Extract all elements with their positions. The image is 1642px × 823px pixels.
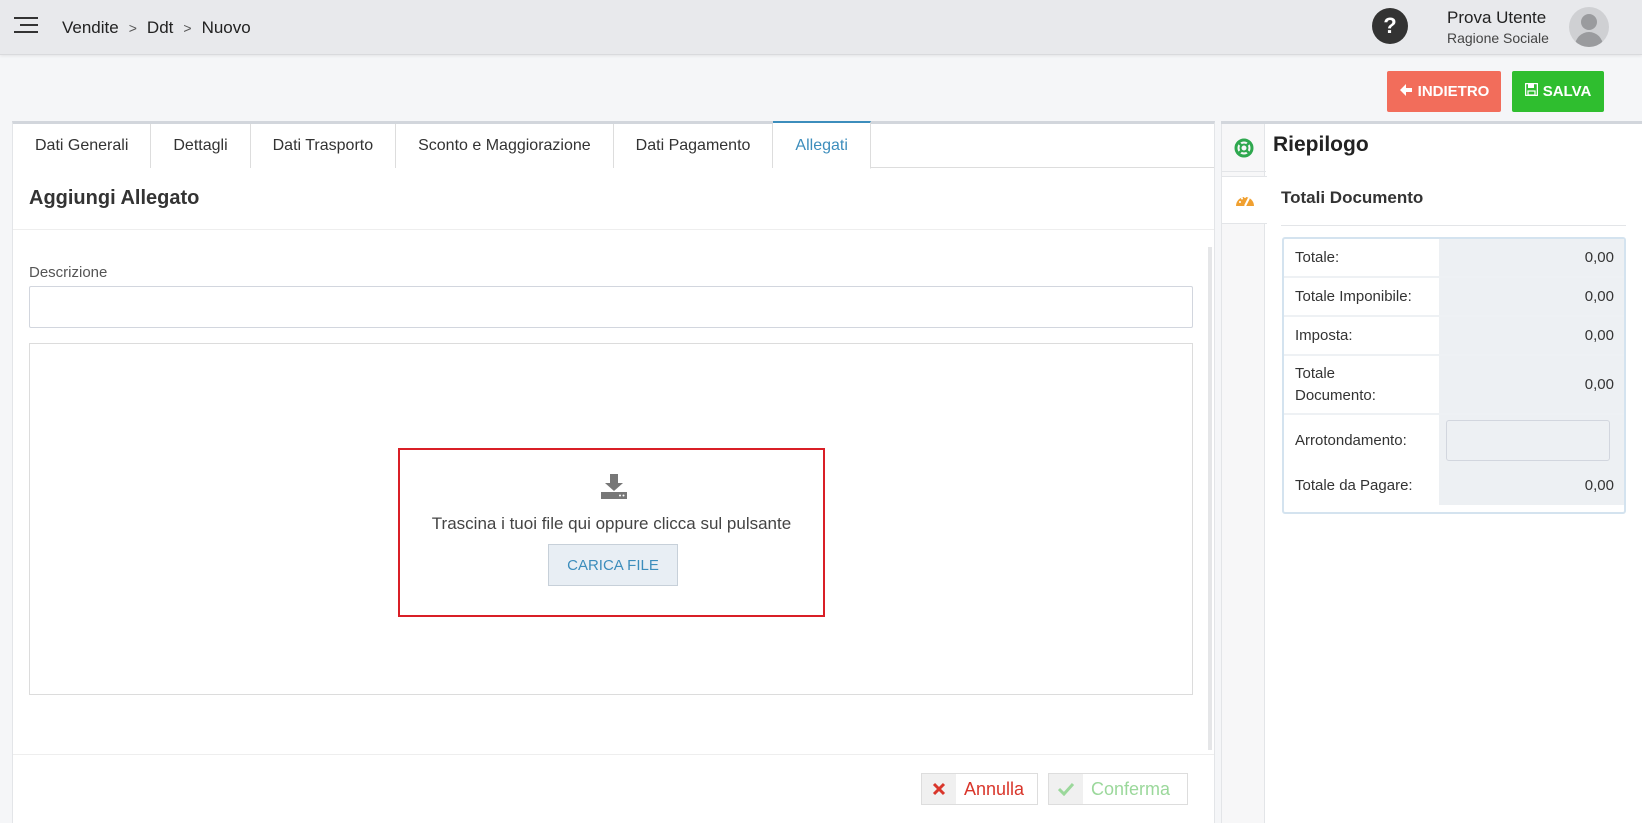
confirm-button[interactable]: Conferma — [1048, 773, 1188, 805]
tab-dettagli[interactable]: Dettagli — [151, 124, 251, 168]
totals-label: Totale: — [1295, 248, 1340, 266]
side-icon-bar — [1221, 124, 1267, 823]
breadcrumb-ddt[interactable]: Ddt — [147, 18, 173, 38]
totals-row-imponibile: Totale Imponibile: 0,00 — [1284, 278, 1624, 317]
summary-title: Riepilogo — [1273, 133, 1369, 156]
totals-row-da-pagare: Totale da Pagare: 0,00 — [1284, 466, 1624, 505]
totals-label: Totale Imponibile: — [1295, 287, 1412, 305]
breadcrumb-nuovo[interactable]: Nuovo — [202, 18, 251, 38]
back-button[interactable]: INDIETRO — [1387, 71, 1501, 112]
tab-dati-generali[interactable]: Dati Generali — [13, 124, 152, 168]
download-icon — [599, 472, 629, 500]
user-name: Prova Utente — [1447, 8, 1547, 27]
close-icon — [922, 774, 956, 804]
check-icon — [1049, 774, 1083, 804]
dropzone-text: Trascina i tuoi file qui oppure clicca s… — [431, 514, 792, 533]
totals-label: Arrotondamento: — [1295, 431, 1407, 449]
totals-value: 0,00 — [1439, 239, 1624, 276]
rounding-cell — [1439, 415, 1624, 466]
main-panel: Dati Generali Dettagli Dati Trasporto Sc… — [12, 121, 1215, 823]
divider — [1281, 225, 1626, 226]
totals-row-arrotondamento: Arrotondamento: — [1284, 415, 1624, 466]
totals-value: 0,00 — [1439, 278, 1624, 315]
totals-table: Totale: 0,00 Totale Imponibile: 0,00 Imp… — [1282, 237, 1626, 514]
tab-bar: Dati Generali Dettagli Dati Trasporto Sc… — [13, 121, 1214, 169]
totals-row-imposta: Imposta: 0,00 — [1284, 317, 1624, 356]
user-company: Ragione Sociale — [1447, 30, 1549, 46]
top-bar: Vendite > Ddt > Nuovo ? Prova Utente Rag… — [0, 0, 1642, 55]
summary-panel: Riepilogo Totali Documento Totale: 0,00 … — [1221, 121, 1642, 823]
breadcrumb-vendite[interactable]: Vendite — [62, 18, 119, 38]
section-title: Aggiungi Allegato — [29, 187, 200, 209]
divider — [13, 754, 1214, 755]
chevron-right-icon: > — [183, 20, 192, 36]
totals-row-totale: Totale: 0,00 — [1284, 239, 1624, 278]
description-label: Descrizione — [29, 264, 108, 281]
avatar[interactable] — [1569, 7, 1609, 47]
totals-title: Totali Documento — [1281, 188, 1424, 207]
lifebuoy-icon[interactable] — [1222, 124, 1266, 172]
totals-row-documento: Totale Documento: 0,00 — [1284, 356, 1624, 415]
cancel-button-label: Annulla — [964, 778, 1025, 799]
chevron-right-icon: > — [128, 20, 137, 36]
tab-allegati[interactable]: Allegati — [773, 121, 871, 169]
hamburger-icon[interactable] — [14, 17, 38, 37]
rounding-input[interactable] — [1446, 420, 1610, 461]
back-button-label: INDIETRO — [1417, 83, 1490, 100]
cancel-button[interactable]: Annulla — [921, 773, 1038, 805]
save-button[interactable]: SALVA — [1512, 71, 1604, 112]
totals-label: Totale da Pagare: — [1295, 476, 1413, 494]
arrow-left-icon — [1399, 83, 1413, 101]
confirm-button-label: Conferma — [1091, 778, 1171, 799]
dropzone-highlight: Trascina i tuoi file qui oppure clicca s… — [398, 448, 825, 617]
totals-label: Imposta: — [1295, 326, 1353, 344]
totals-value: 0,00 — [1439, 356, 1624, 413]
dashboard-icon[interactable] — [1222, 176, 1267, 224]
file-dropzone[interactable]: Trascina i tuoi file qui oppure clicca s… — [29, 343, 1193, 695]
totals-value: 0,00 — [1439, 317, 1624, 354]
totals-label: Totale Documento: — [1295, 364, 1376, 404]
question-icon[interactable]: ? — [1372, 8, 1408, 44]
tab-dati-trasporto[interactable]: Dati Trasporto — [250, 124, 397, 168]
scrollbar[interactable] — [1208, 247, 1212, 750]
upload-file-button[interactable]: CARICA FILE — [548, 544, 678, 586]
breadcrumb: Vendite > Ddt > Nuovo — [62, 18, 251, 38]
save-button-label: SALVA — [1542, 83, 1592, 100]
divider — [13, 229, 1214, 230]
floppy-icon — [1524, 82, 1538, 100]
totals-value: 0,00 — [1439, 466, 1624, 505]
tab-dati-pagamento[interactable]: Dati Pagamento — [613, 124, 774, 168]
tab-sconto-maggiorazione[interactable]: Sconto e Maggiorazione — [396, 124, 614, 168]
user-info[interactable]: Prova Utente Ragione Sociale — [1447, 8, 1549, 46]
description-input[interactable] — [29, 286, 1193, 328]
